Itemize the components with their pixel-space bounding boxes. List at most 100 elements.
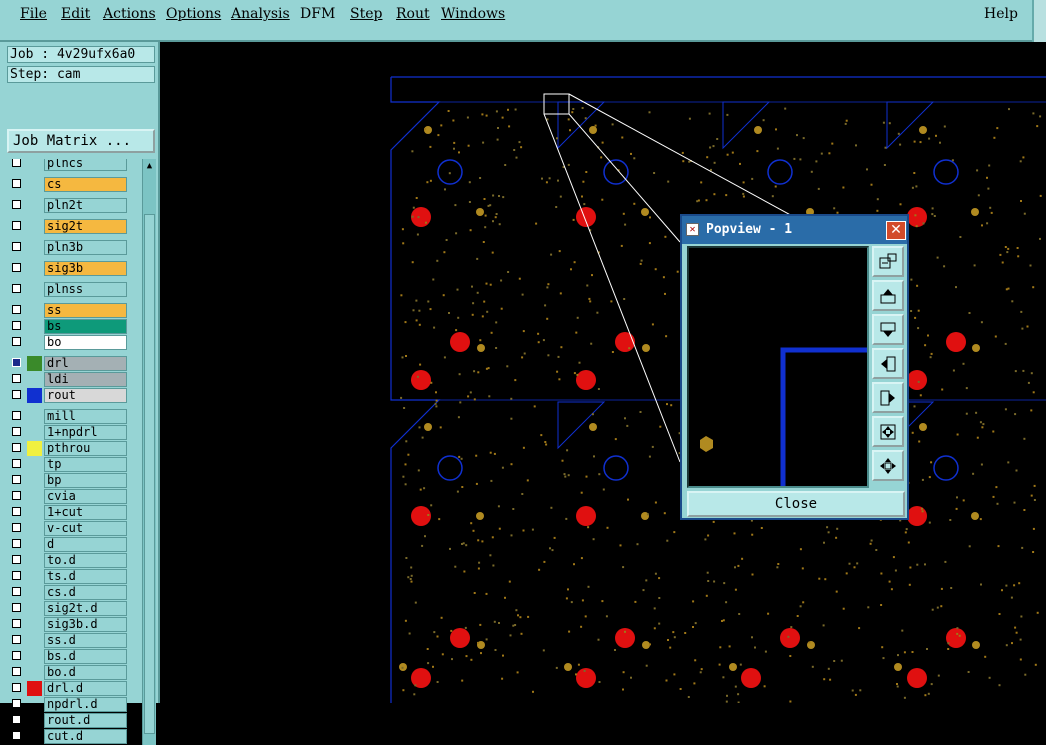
layer-row-bs.d[interactable]: bs.d [8, 649, 130, 664]
layer-checkbox[interactable] [12, 491, 21, 500]
menu-edit[interactable]: Edit [61, 6, 90, 22]
layer-checkbox[interactable] [12, 731, 21, 740]
layer-row-cs[interactable]: cs [8, 177, 130, 192]
menu-windows[interactable]: Windows [441, 6, 505, 22]
layer-name[interactable]: sig2t [44, 219, 127, 234]
layer-name[interactable]: cvia [44, 489, 127, 504]
layer-checkbox[interactable] [12, 321, 21, 330]
layer-name[interactable]: bo [44, 335, 127, 350]
layer-row-ldi[interactable]: ldi [8, 372, 130, 387]
layer-name[interactable]: plncs [44, 159, 127, 171]
popview-close-button[interactable]: Close [687, 491, 905, 517]
layer-name[interactable]: drl [44, 356, 127, 371]
layer-row-bp[interactable]: bp [8, 473, 130, 488]
zoom-in-button[interactable] [872, 450, 904, 481]
scroll-up-arrow-icon[interactable]: ▲ [144, 160, 155, 172]
layer-name[interactable]: mill [44, 409, 127, 424]
layer-row-d[interactable]: d [8, 537, 130, 552]
layer-row-pthrou[interactable]: pthrou [8, 441, 130, 456]
layer-row-cs.d[interactable]: cs.d [8, 585, 130, 600]
layer-name[interactable]: v-cut [44, 521, 127, 536]
layer-name[interactable]: cs [44, 177, 127, 192]
layer-checkbox[interactable] [12, 200, 21, 209]
layer-checkbox[interactable] [12, 539, 21, 548]
layer-name[interactable]: cut.d [44, 729, 127, 744]
layer-row-cut.d[interactable]: cut.d [8, 729, 130, 744]
layer-name[interactable]: pln2t [44, 198, 127, 213]
layer-checkbox[interactable] [12, 603, 21, 612]
layer-row-bo[interactable]: bo [8, 335, 130, 350]
layer-checkbox[interactable] [12, 459, 21, 468]
menu-step[interactable]: Step [350, 6, 382, 22]
pan-left-button[interactable] [872, 348, 904, 379]
layer-name[interactable]: drl.d [44, 681, 127, 696]
layer-checkbox[interactable] [12, 635, 21, 644]
layer-row-sig2t[interactable]: sig2t [8, 219, 130, 234]
layer-checkbox[interactable] [12, 443, 21, 452]
layer-name[interactable]: ss [44, 303, 127, 318]
layer-name[interactable]: d [44, 537, 127, 552]
zoom-out-button[interactable] [872, 416, 904, 447]
layer-checkbox[interactable] [12, 242, 21, 251]
layer-checkbox[interactable] [12, 523, 21, 532]
menu-analysis[interactable]: Analysis [231, 6, 290, 22]
layer-name[interactable]: rout [44, 388, 127, 403]
layer-checkbox[interactable] [12, 475, 21, 484]
layer-checkbox[interactable] [12, 555, 21, 564]
layer-row-sig3b.d[interactable]: sig3b.d [8, 617, 130, 632]
layer-row-rout.d[interactable]: rout.d [8, 713, 130, 728]
layer-name[interactable]: npdrl.d [44, 697, 127, 712]
layer-name[interactable]: bs.d [44, 649, 127, 664]
layer-checkbox[interactable] [12, 427, 21, 436]
layer-checkbox[interactable] [12, 284, 21, 293]
layer-row-ss[interactable]: ss [8, 303, 130, 318]
layer-name[interactable]: cs.d [44, 585, 127, 600]
layer-row-bo.d[interactable]: bo.d [8, 665, 130, 680]
layer-name[interactable]: bs [44, 319, 127, 334]
layer-row-1+npdrl[interactable]: 1+npdrl [8, 425, 130, 440]
popview-canvas[interactable] [687, 246, 869, 488]
layer-checkbox[interactable] [12, 587, 21, 596]
layer-checkbox[interactable] [12, 411, 21, 420]
layer-checkbox[interactable] [12, 179, 21, 188]
layer-name[interactable]: sig3b.d [44, 617, 127, 632]
layer-name[interactable]: bo.d [44, 665, 127, 680]
layer-row-plncs[interactable]: plncs [8, 159, 130, 171]
job-matrix-button[interactable]: Job Matrix ... [7, 129, 155, 153]
layer-name[interactable]: tp [44, 457, 127, 472]
popview-title-bar[interactable]: ✕ Popview - 1 ✕ [682, 216, 907, 244]
layer-name[interactable]: 1+cut [44, 505, 127, 520]
layer-row-1+cut[interactable]: 1+cut [8, 505, 130, 520]
layer-scrollbar[interactable]: ▲ [142, 159, 156, 745]
layer-row-plnss[interactable]: plnss [8, 282, 130, 297]
layer-checkbox[interactable] [12, 683, 21, 692]
layer-name[interactable]: bp [44, 473, 127, 488]
layer-checkbox[interactable] [12, 221, 21, 230]
menu-file[interactable]: File [20, 6, 47, 22]
layer-name[interactable]: sig3b [44, 261, 127, 276]
layer-row-cvia[interactable]: cvia [8, 489, 130, 504]
pan-right-button[interactable] [872, 382, 904, 413]
layer-row-tp[interactable]: tp [8, 457, 130, 472]
layer-row-bs[interactable]: bs [8, 319, 130, 334]
pan-up-button[interactable] [872, 280, 904, 311]
close-icon[interactable]: ✕ [886, 221, 906, 240]
layer-checkbox[interactable] [12, 715, 21, 724]
layer-name[interactable]: ldi [44, 372, 127, 387]
layer-checkbox[interactable] [12, 667, 21, 676]
layer-checkbox[interactable] [12, 263, 21, 272]
zoom-home-button[interactable] [872, 246, 904, 277]
layer-row-drl.d[interactable]: drl.d [8, 681, 130, 696]
layer-row-ts.d[interactable]: ts.d [8, 569, 130, 584]
layer-row-to.d[interactable]: to.d [8, 553, 130, 568]
layer-name[interactable]: 1+npdrl [44, 425, 127, 440]
scroll-thumb[interactable] [144, 214, 155, 734]
layer-name[interactable]: to.d [44, 553, 127, 568]
pan-down-button[interactable] [872, 314, 904, 345]
layer-name[interactable]: sig2t.d [44, 601, 127, 616]
layer-color-swatch[interactable] [27, 681, 42, 696]
layer-checkbox[interactable] [12, 507, 21, 516]
layer-name[interactable]: rout.d [44, 713, 127, 728]
layer-name[interactable]: ts.d [44, 569, 127, 584]
layer-row-npdrl.d[interactable]: npdrl.d [8, 697, 130, 712]
